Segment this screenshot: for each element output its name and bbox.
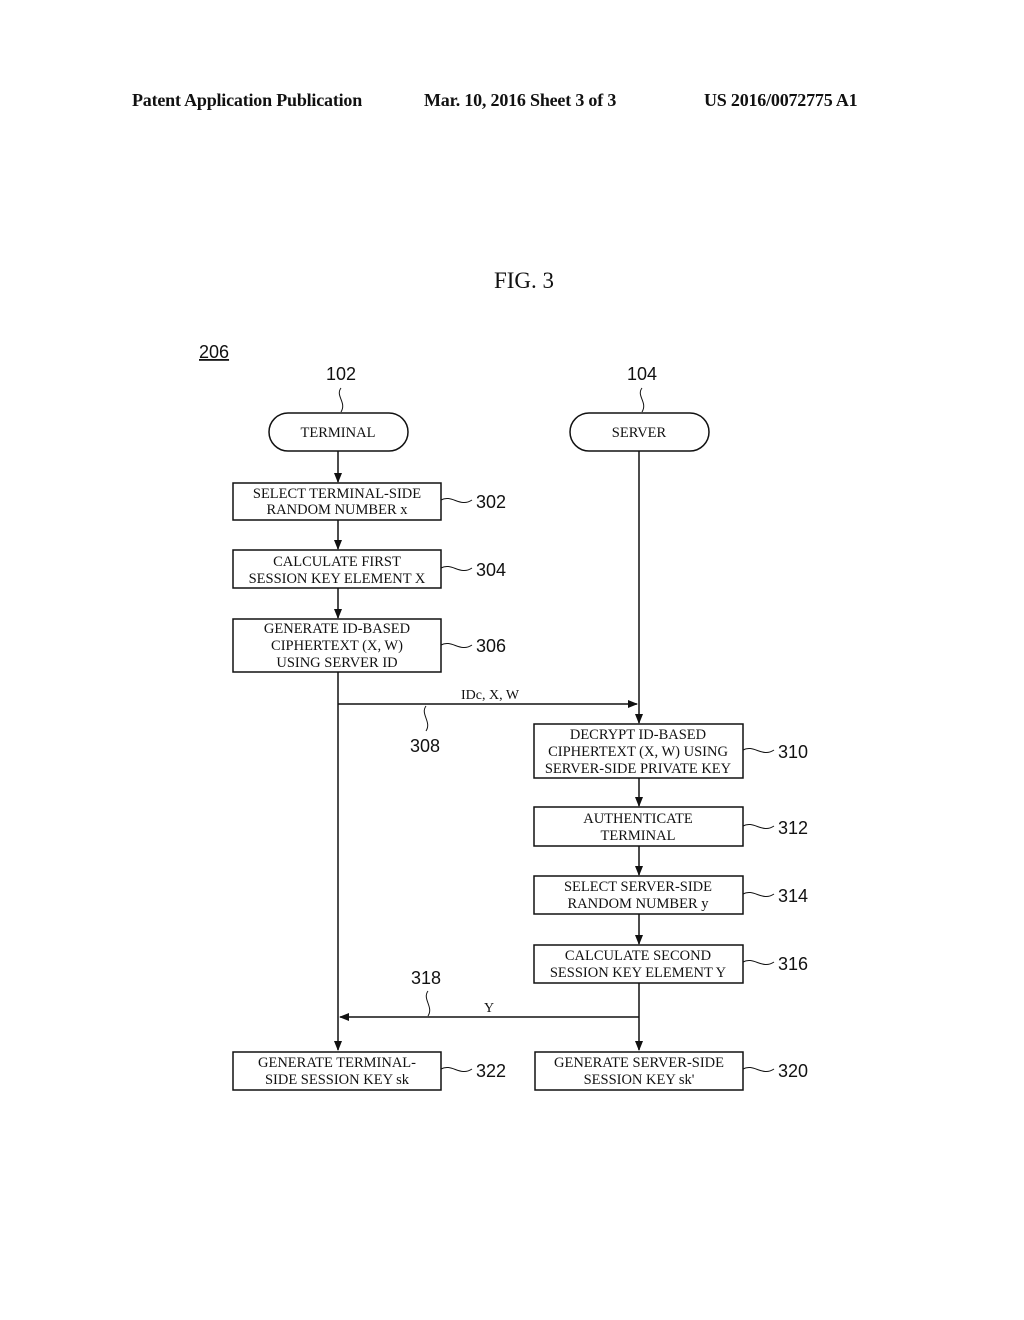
message-308-label: IDc, X, W [461,688,520,703]
figure-ref-206: 206 [199,342,229,362]
step-314-leader [742,892,775,898]
flow-diagram: 206 102 104 TERMINAL SERVER IDc, X, W 30… [199,342,808,1091]
step-322: GENERATE TERMINAL- SIDE SESSION KEY sk 3… [232,1051,506,1091]
step-312-line-2: TERMINAL [601,828,676,844]
step-304-line-2: SESSION KEY ELEMENT X [249,571,426,587]
step-320-leader [742,1067,775,1073]
step-322-line-2: SIDE SESSION KEY sk [265,1072,410,1088]
step-306-line-3: USING SERVER ID [276,655,397,671]
step-310-line-1: DECRYPT ID-BASED [570,727,706,743]
terminal-ref: 102 [326,364,356,384]
step-316: CALCULATE SECOND SESSION KEY ELEMENT Y 3… [533,944,808,984]
step-312-ref: 312 [778,818,808,838]
server-ref-leader [639,387,645,413]
step-310-leader [742,748,775,754]
step-316-line-2: SESSION KEY ELEMENT Y [550,965,727,981]
step-304-leader [440,566,473,572]
step-302: SELECT TERMINAL-SIDE RANDOM NUMBER x 302 [232,482,506,521]
step-302-ref: 302 [476,492,506,512]
step-312-leader [742,824,775,830]
step-316-line-1: CALCULATE SECOND [565,948,711,964]
message-318-ref: 318 [411,968,441,988]
step-320-ref: 320 [778,1061,808,1081]
step-320-line-1: GENERATE SERVER-SIDE [554,1055,724,1071]
message-318-leader [425,990,431,1017]
terminal-ref-leader [338,387,344,413]
step-312-line-1: AUTHENTICATE [583,811,693,827]
message-318-label: Y [484,1001,494,1016]
step-306-line-2: CIPHERTEXT (X, W) [271,638,403,654]
terminal-label: TERMINAL [301,425,376,441]
message-308-ref: 308 [410,736,440,756]
step-304-ref: 304 [476,560,506,580]
step-314-line-2: RANDOM NUMBER y [568,896,710,912]
step-310: DECRYPT ID-BASED CIPHERTEXT (X, W) USING… [533,723,808,779]
step-302-line-2: RANDOM NUMBER x [267,502,409,518]
step-306-line-1: GENERATE ID-BASED [264,621,410,637]
step-306-leader [440,643,473,649]
step-310-ref: 310 [778,742,808,762]
step-322-leader [440,1067,473,1073]
message-308-leader [423,705,429,732]
step-314: SELECT SERVER-SIDE RANDOM NUMBER y 314 [533,875,808,915]
step-320: GENERATE SERVER-SIDE SESSION KEY sk' 320 [534,1051,808,1091]
step-304: CALCULATE FIRST SESSION KEY ELEMENT X 30… [232,549,506,589]
step-314-line-1: SELECT SERVER-SIDE [564,879,712,895]
step-316-ref: 316 [778,954,808,974]
step-306: GENERATE ID-BASED CIPHERTEXT (X, W) USIN… [232,618,506,673]
step-306-ref: 306 [476,636,506,656]
server-label: SERVER [612,425,667,441]
step-314-ref: 314 [778,886,808,906]
step-322-line-1: GENERATE TERMINAL- [258,1055,416,1071]
step-316-leader [742,960,775,966]
step-310-line-3: SERVER-SIDE PRIVATE KEY [545,761,732,777]
step-302-line-1: SELECT TERMINAL-SIDE [253,486,421,502]
step-310-line-2: CIPHERTEXT (X, W) USING [548,744,728,760]
step-312: AUTHENTICATE TERMINAL 312 [533,806,808,847]
server-ref: 104 [627,364,657,384]
server-entity: SERVER [569,412,710,452]
step-302-leader [440,498,473,504]
step-320-line-2: SESSION KEY sk' [584,1072,695,1088]
terminal-entity: TERMINAL [268,412,409,452]
step-304-line-1: CALCULATE FIRST [273,554,401,570]
step-322-ref: 322 [476,1061,506,1081]
